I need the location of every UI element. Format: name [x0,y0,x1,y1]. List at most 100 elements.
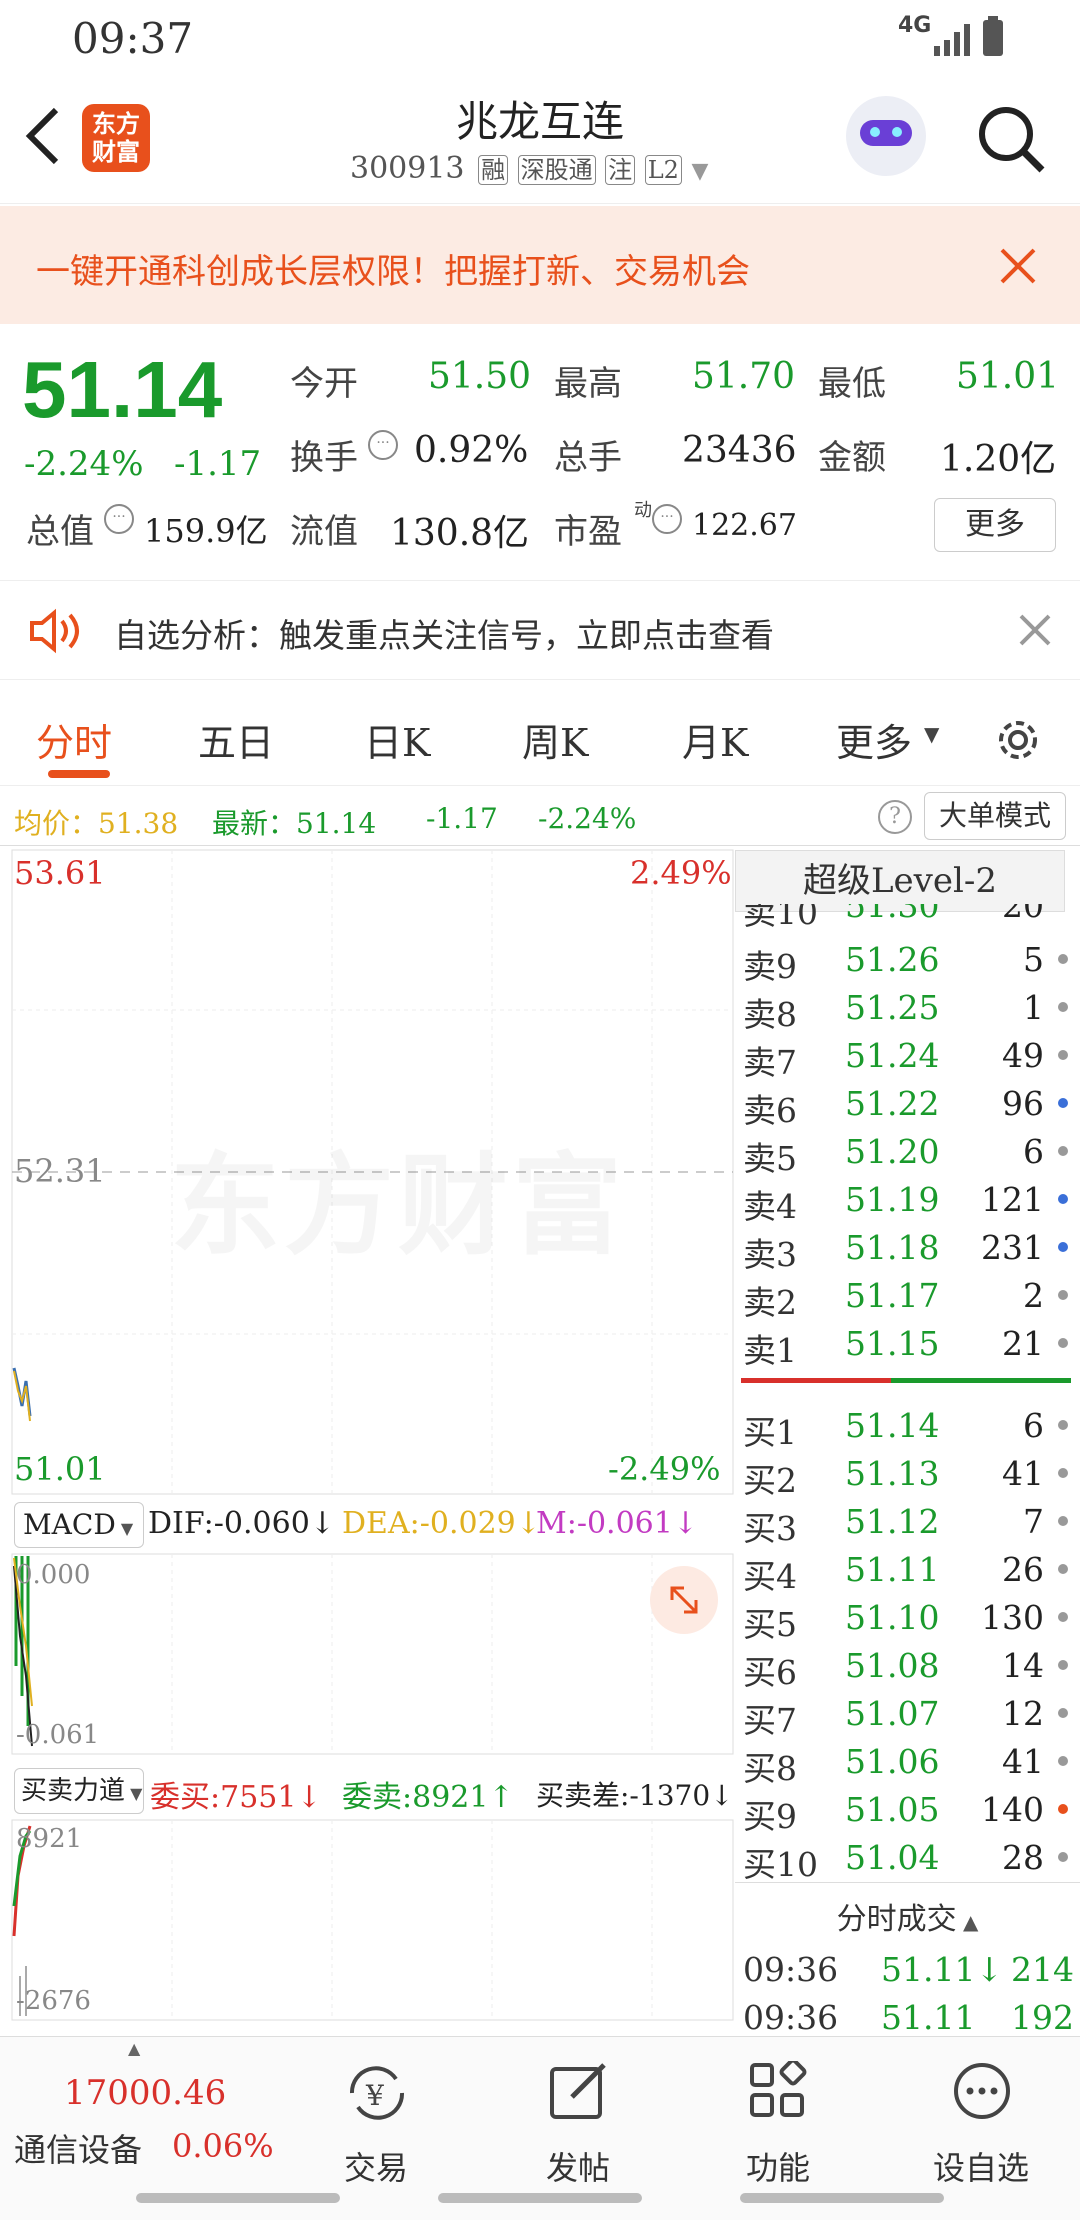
chevron-up-icon: ▲ [128,2039,141,2058]
tag-shenzhen-connect: 深股通 [517,155,596,185]
top-price-label: 53.61 [14,854,106,892]
index-value: 17000.46 [64,2073,227,2113]
amount-value: 1.20亿 [940,439,1057,480]
sell-row: 卖1 51.15 21 [735,1320,1080,1370]
macd-m: M:-0.061↓ [536,1506,698,1541]
stock-code-row[interactable]: 300913 融 深股通 注 L2 ▼ [350,150,708,186]
robot-avatar[interactable] [846,96,926,176]
float-cap-value: 130.8亿 [390,513,530,554]
dot-icon [1058,1852,1068,1862]
force-sell: 委卖:8921↑ [342,1780,514,1815]
add-watchlist-button[interactable]: 设自选 [916,2051,1046,2191]
macd-selector[interactable]: MACD ▼ [14,1502,144,1548]
trades-header[interactable]: 分时成交 ▲ [735,1894,1080,1938]
volume-label: 总手 [554,438,622,478]
buy-row: 买6 51.08 14 [735,1642,1080,1692]
more-button[interactable]: 更多 [934,498,1056,552]
dot-icon [1058,1612,1068,1622]
tab-weekly-k[interactable]: 周K [522,712,588,767]
high-value: 51.70 [692,356,796,397]
dot-icon [1058,1194,1068,1204]
watermark: 东方财富 [170,1116,626,1276]
high-label: 最高 [554,364,622,404]
latest-change: -1.17 [426,802,498,835]
top-nav: 东方财富 兆龙互连 300913 融 深股通 注 L2 ▼ [0,76,1080,204]
macd-dea: DEA:-0.029↓ [342,1506,541,1541]
tab-intraday[interactable]: 分时 [36,712,112,767]
chart-grid [11,849,734,2021]
help-icon[interactable]: ? [878,800,912,834]
change-pct: -2.24% [24,444,144,484]
chevron-up-icon: ▲ [956,1910,979,1934]
trades-title: 分时成交 [836,1902,957,1937]
force-buy: 委买:7551↓ [150,1780,322,1815]
macd-bottom-label: -0.061 [16,1720,100,1750]
trade-row: 09:36 51.11 192 [743,1998,1074,2037]
function-button[interactable]: 功能 [718,2051,838,2191]
search-icon[interactable] [974,102,1048,176]
intraday-chart[interactable]: 东方财富 53.61 2.49% 52.31 51.01 -2.49% MACD… [0,846,735,2036]
nav-handle[interactable] [136,2193,340,2203]
post-button[interactable]: 发帖 [518,2051,638,2191]
nav-handle[interactable] [740,2193,944,2203]
trade-button[interactable]: ¥ 交易 [316,2051,436,2191]
sector-index[interactable]: ▲ 17000.46 通信设备 0.06% [0,2037,280,2187]
buy-row: 买8 51.06 41 [735,1738,1080,1788]
buy-row: 买7 51.07 12 [735,1690,1080,1740]
pe-label: 市盈 [554,512,622,552]
sell-row: 卖2 51.17 2 [735,1272,1080,1322]
tab-monthly-k[interactable]: 月K [682,712,748,767]
force-selector[interactable]: 买卖力道 ▼ [14,1768,144,1814]
promo-banner[interactable]: 一键开通科创成长层权限！把握打新、交易机会 [0,206,1080,324]
sell-row: 卖6 51.22 96 [735,1080,1080,1130]
force-bottom-label: -2676 [16,1986,91,2016]
dot-icon [1058,1756,1068,1766]
sell-row: 卖5 51.20 6 [735,1128,1080,1178]
low-value: 51.01 [956,356,1060,397]
tag-registration: 注 [605,155,636,185]
tab-five-day[interactable]: 五日 [198,712,274,767]
macd-label: MACD [23,1508,116,1541]
bottom-bar: ▲ 17000.46 通信设备 0.06% ¥ 交易 发帖 功能 设自选 [0,2036,1080,2220]
dot-icon [1058,1516,1068,1526]
buy-row: 买1 51.14 6 [735,1402,1080,1452]
tab-more[interactable]: 更多 [836,712,912,767]
buy-row: 买2 51.13 41 [735,1450,1080,1500]
more-circle-icon [954,2063,1010,2119]
force-label: 买卖力道 [21,1776,126,1806]
latest-pct: -2.24% [538,802,637,835]
info-icon[interactable]: ··· [104,504,134,534]
index-pct: 0.06% [172,2127,274,2165]
amount-label: 金额 [818,438,886,478]
force-top-label: 8921 [16,1824,83,1854]
pe-dynamic-sup: 动 [634,500,652,521]
dot-icon [1058,1804,1068,1814]
buy-row: 买9 51.05 140 [735,1786,1080,1836]
nav-handle[interactable] [438,2193,642,2203]
dot-icon [1058,1660,1068,1670]
quote-panel: 51.14 -2.24% -1.17 今开 51.50 最高 51.70 最低 … [0,326,1080,576]
expand-icon[interactable] [650,1566,718,1634]
latest-price: 最新：51.14 [212,807,377,840]
close-icon[interactable] [998,246,1038,286]
macd-dif: DIF:-0.060↓ [148,1506,335,1541]
svg-text:¥: ¥ [365,2079,384,2112]
notice-bar[interactable]: 自选分析：触发重点关注信号，立即点击查看 [0,580,1080,680]
mid-price-label: 52.31 [14,1152,106,1190]
order-book: 超级Level-2 卖10 51.30 20 卖9 51.26 5 卖8 51.25 1… [735,846,1080,2037]
gear-icon[interactable] [990,712,1046,768]
last-price: 51.14 [22,345,223,434]
network-label: 4G [898,13,932,38]
info-icon[interactable]: ··· [652,504,682,534]
level2-header[interactable]: 超级Level-2 [735,850,1065,912]
close-icon[interactable] [1018,613,1052,647]
chevron-down-icon: ▼ [924,722,940,746]
info-icon[interactable]: ··· [368,430,398,460]
dot-icon [1058,1146,1068,1156]
index-name: 通信设备 [14,2131,143,2169]
big-order-mode-button[interactable]: 大单模式 [924,792,1066,840]
dot-icon [1058,1564,1068,1574]
turnover-value: 0.92% [414,430,529,471]
tab-daily-k[interactable]: 日K [364,712,430,767]
dot-icon [1058,1098,1068,1108]
